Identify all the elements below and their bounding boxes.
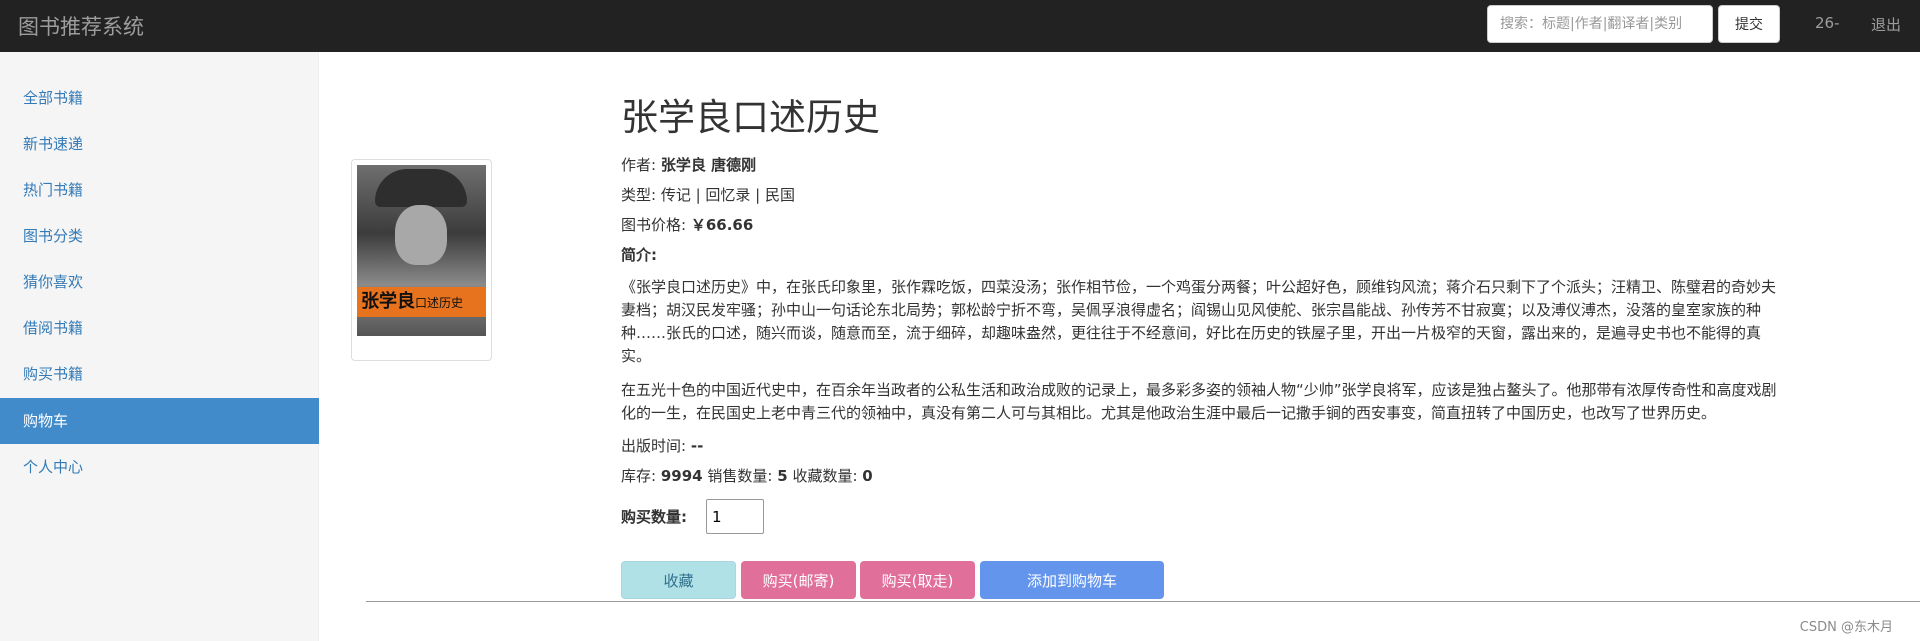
stats-line: 库存: 9994 销售数量: 5 收藏数量: 0 — [621, 461, 1781, 491]
price-line: 图书价格: ￥66.66 — [621, 210, 1781, 240]
sidebar-item-recommend[interactable]: 猜你喜欢 — [0, 259, 319, 305]
watermark: CSDN @东木月 — [1799, 620, 1893, 635]
stock-label: 库存: — [621, 467, 657, 485]
sidebar-item-borrowed[interactable]: 借阅书籍 — [0, 305, 319, 351]
book-cover: 张学良口述历史 — [351, 159, 492, 361]
logout-link[interactable]: 退出 — [1871, 14, 1901, 35]
author-label: 作者: — [621, 156, 657, 174]
sidebar-item-categories[interactable]: 图书分类 — [0, 213, 319, 259]
cover-portrait-shape — [395, 205, 447, 265]
cover-title: 张学良口述历史 — [361, 287, 463, 318]
book-title: 张学良口述历史 — [621, 96, 880, 139]
brand-title[interactable]: 图书推荐系统 — [18, 11, 144, 41]
sales-label: 销售数量: — [707, 467, 773, 485]
search-submit-button[interactable]: 提交 — [1718, 5, 1780, 43]
intro-label: 简介: — [621, 246, 657, 264]
cover-title-main: 张学良 — [361, 291, 415, 312]
buy-mail-button[interactable]: 购买(邮寄) — [741, 561, 856, 599]
stock-value: 9994 — [660, 467, 703, 485]
user-link[interactable]: 26- — [1815, 14, 1840, 32]
search-input[interactable] — [1487, 5, 1713, 43]
sidebar: 全部书籍 新书速递 热门书籍 图书分类 猜你喜欢 借阅书籍 购买书籍 购物车 个… — [0, 52, 319, 641]
book-cover-image: 张学良口述历史 — [357, 165, 486, 336]
intro-heading: 简介: — [621, 240, 1781, 270]
author-value: 张学良 唐德刚 — [660, 156, 757, 174]
top-navbar: 图书推荐系统 提交 26- 退出 — [0, 0, 1920, 52]
favorites-label: 收藏数量: — [792, 467, 858, 485]
divider — [366, 601, 1920, 602]
add-to-cart-button[interactable]: 添加到购物车 — [980, 561, 1164, 599]
sidebar-item-profile[interactable]: 个人中心 — [0, 444, 319, 490]
sidebar-item-hot-books[interactable]: 热门书籍 — [0, 167, 319, 213]
cover-cap-shape — [375, 169, 467, 207]
buy-pickup-button[interactable]: 购买(取走) — [860, 561, 975, 599]
publish-label: 出版时间: — [621, 437, 687, 455]
type-line: 类型: 传记 | 回忆录 | 民国 — [621, 186, 796, 204]
publish-value: -- — [690, 437, 704, 455]
quantity-input[interactable] — [706, 499, 764, 534]
price-label: 图书价格: — [621, 216, 687, 234]
cover-title-sub: 口述历史 — [415, 296, 464, 310]
sidebar-item-new-books[interactable]: 新书速递 — [0, 121, 319, 167]
intro-paragraph-2: 在五光十色的中国近代史中，在百余年当政者的公私生活和政治成败的记录上，最多彩多姿… — [621, 381, 1777, 422]
intro-paragraph-1: 《张学良口述历史》中，在张氏印象里，张作霖吃饭，四菜没汤；张作相节俭，一个鸡蛋分… — [621, 278, 1777, 365]
author-line: 作者: 张学良 唐德刚 — [621, 150, 1781, 180]
sales-value: 5 — [777, 467, 788, 485]
quantity-row: 购买数量: — [621, 499, 1781, 535]
quantity-label: 购买数量: — [621, 508, 687, 526]
publish-line: 出版时间: -- — [621, 431, 1781, 461]
favorite-button[interactable]: 收藏 — [621, 561, 736, 599]
price-value: ￥66.66 — [690, 216, 754, 234]
sidebar-item-all-books[interactable]: 全部书籍 — [0, 75, 319, 121]
sidebar-item-purchased[interactable]: 购买书籍 — [0, 351, 319, 397]
favorites-value: 0 — [862, 467, 873, 485]
sidebar-item-cart[interactable]: 购物车 — [0, 398, 319, 444]
book-details: 张学良口述历史 作者: 张学良 唐德刚 类型: 传记 | 回忆录 | 民国 图书… — [621, 92, 1781, 599]
